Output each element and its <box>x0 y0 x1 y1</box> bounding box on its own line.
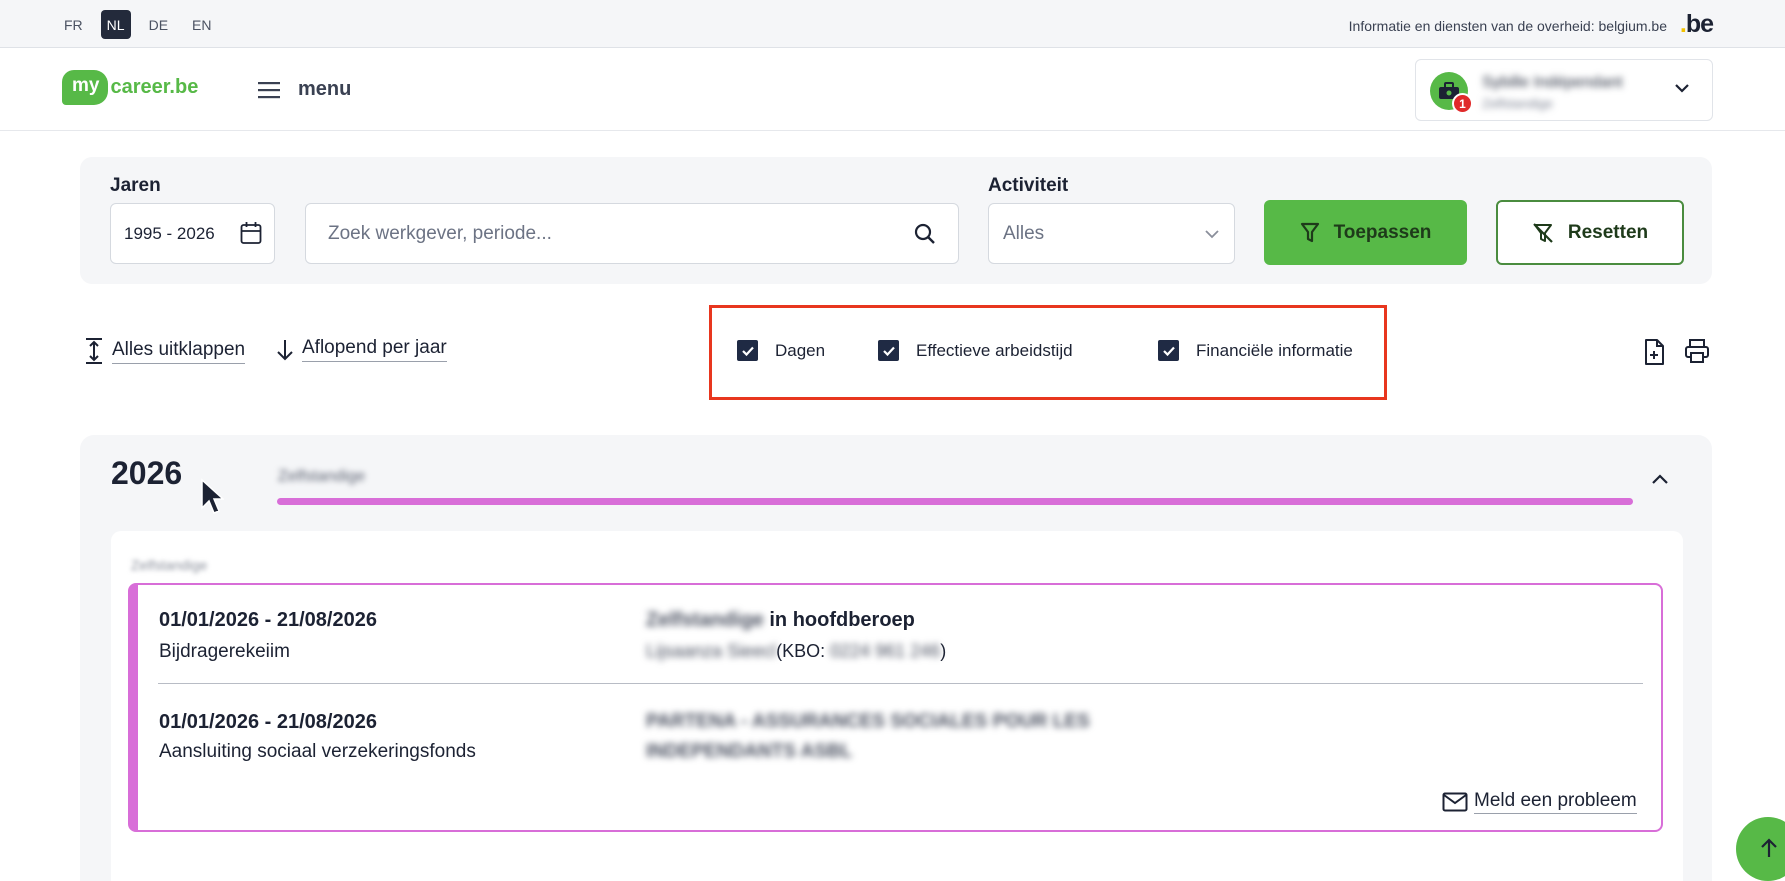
checkbox-label: Dagen <box>775 340 826 360</box>
sort-button[interactable]: Aflopend per jaar <box>276 337 447 362</box>
expand-vertical-icon <box>86 338 102 364</box>
search-placeholder: Zoek werkgever, periode... <box>328 222 552 244</box>
chevron-down-icon <box>1675 84 1689 93</box>
activity-select[interactable]: Alles <box>988 203 1235 264</box>
entry-description: Aansluiting sociaal verzekeringsfonds <box>159 741 476 762</box>
sort-label: Aflopend per jaar <box>302 337 447 362</box>
profile-switcher[interactable]: 1 Sybille Indépendant Zelfstandige <box>1415 59 1713 121</box>
expand-all-button[interactable]: Alles uitklappen <box>84 337 246 365</box>
apply-filter-button[interactable]: Toepassen <box>1264 200 1467 265</box>
entry-divider <box>158 683 1643 684</box>
entry-description: Bijdragerekeiim <box>159 641 290 662</box>
search-input[interactable]: Zoek werkgever, periode... <box>305 203 959 264</box>
arrow-up-icon <box>1761 838 1777 857</box>
card-category-label: Zelfstandige <box>131 557 208 573</box>
filter-icon <box>1300 222 1319 242</box>
checkbox-checked-icon <box>737 340 758 361</box>
government-bar: FR NL DE EN Informatie en diensten van d… <box>0 0 1785 48</box>
year-heading: 2026 <box>111 455 183 491</box>
print-icon[interactable] <box>1684 338 1710 364</box>
entry-period: 01/01/2026 - 21/08/2026 <box>159 609 377 631</box>
menu-label: menu <box>298 78 352 100</box>
mail-icon <box>1442 792 1468 812</box>
logo-career: career.be <box>110 76 199 98</box>
fund-name-line1: PARTENA - ASSURANCES SOCIALES POUR LES <box>646 711 1090 732</box>
report-problem-button[interactable]: Meld een probleem <box>1442 790 1637 814</box>
fund-name-line2: INDEPENDANTS ASBL <box>646 741 853 762</box>
lang-de[interactable]: DE <box>143 10 174 39</box>
reset-label: Resetten <box>1567 221 1649 243</box>
activity-label: Activiteit <box>988 175 1069 196</box>
mouse-cursor-icon <box>201 478 224 514</box>
checkbox-label: Financiële informatie <box>1196 340 1353 360</box>
kbo-label: (KBO: <box>776 641 831 661</box>
lang-fr[interactable]: FR <box>58 10 89 39</box>
entry-status: Zelfstandige in hoofdberoep <box>646 609 915 632</box>
chevron-down-icon <box>1205 230 1219 239</box>
year-progress-bar <box>277 498 1633 505</box>
expand-all-label: Alles uitklappen <box>112 339 246 364</box>
report-label: Meld een probleem <box>1474 790 1637 814</box>
filter-panel: Jaren 1995 - 2026 Zoek werkgever, period… <box>80 157 1712 284</box>
filter-off-icon <box>1533 222 1553 243</box>
checkbox-effectieve-arbeidstijd[interactable]: Effectieve arbeidstijd <box>878 340 1073 361</box>
checkbox-financiele-informatie[interactable]: Financiële informatie <box>1158 340 1353 361</box>
logo-my: my <box>62 70 109 105</box>
entry-period: 01/01/2026 - 21/08/2026 <box>159 711 377 733</box>
profile-name: Sybille Indépendant <box>1482 74 1623 91</box>
apply-label: Toepassen <box>1333 221 1432 243</box>
status-text: in hoofdberoep <box>769 609 915 631</box>
year-category: Zelfstandige <box>278 468 366 485</box>
mycareer-logo[interactable]: my career.be <box>62 70 198 105</box>
status-blurred: Zelfstandige <box>646 609 764 631</box>
lang-en[interactable]: EN <box>186 10 217 39</box>
belgium-logo[interactable]: .be <box>1680 10 1714 39</box>
reset-filter-button[interactable]: Resetten <box>1496 200 1684 265</box>
calendar-icon <box>240 222 262 244</box>
years-label: Jaren <box>110 175 161 196</box>
site-header: my career.be menu 1 Sybille Indépendant … <box>0 48 1785 131</box>
profile-subtitle: Zelfstandige <box>1482 96 1553 111</box>
years-range-value: 1995 - 2026 <box>124 223 215 243</box>
notification-badge: 1 <box>1452 93 1473 114</box>
checkbox-checked-icon <box>1158 340 1179 361</box>
kbo-value: 0224 961 246 <box>830 641 941 661</box>
checkbox-dagen[interactable]: Dagen <box>737 340 825 361</box>
chevron-up-icon[interactable] <box>1651 473 1669 485</box>
language-switcher: FR NL DE EN <box>58 10 217 39</box>
lang-nl[interactable]: NL <box>100 10 131 39</box>
kbo-close: ) <box>940 641 947 661</box>
gov-info-link[interactable]: Informatie en diensten van de overheid: … <box>1349 18 1667 34</box>
activity-value: Alles <box>1003 222 1045 244</box>
checkbox-checked-icon <box>878 340 899 361</box>
org-blurred: Lijsaanza Sieecl <box>646 641 777 661</box>
checkbox-label: Effectieve arbeidstijd <box>916 340 1073 360</box>
entry-organization: Lijsaanza Sieecl(KBO: 0224 961 246) <box>646 641 946 662</box>
search-icon <box>914 223 935 244</box>
export-pdf-icon[interactable] <box>1643 338 1665 366</box>
scroll-to-top-button[interactable] <box>1736 817 1785 881</box>
hamburger-icon <box>258 81 280 98</box>
menu-button[interactable]: menu <box>258 78 351 101</box>
arrow-down-icon <box>277 339 293 360</box>
years-range-input[interactable]: 1995 - 2026 <box>110 203 275 264</box>
